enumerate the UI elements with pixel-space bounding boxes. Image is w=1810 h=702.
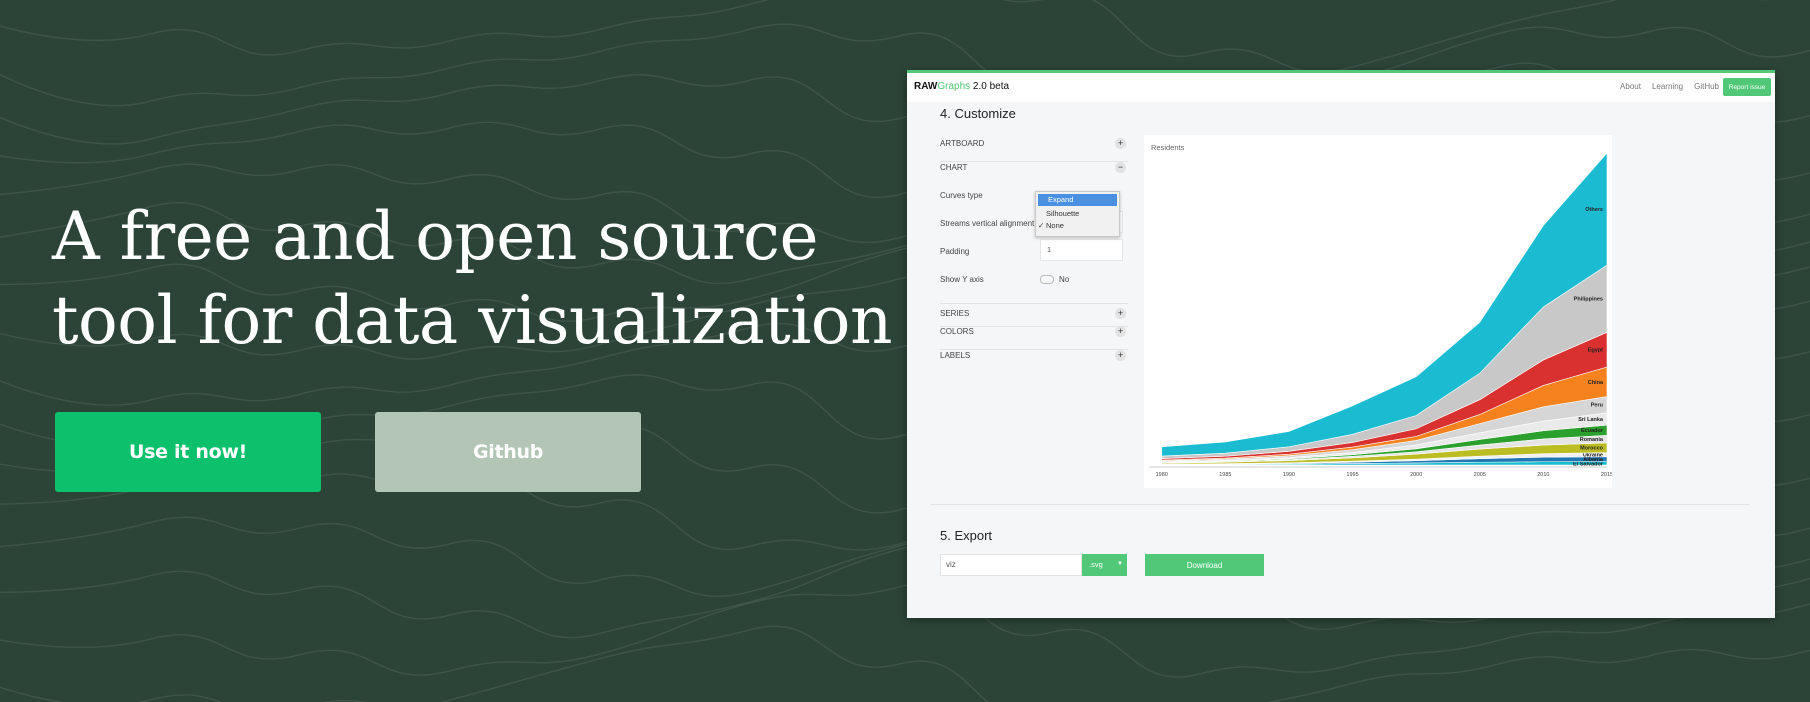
x-tick-label: 1980 bbox=[1156, 472, 1168, 478]
section-series[interactable]: SERIES + bbox=[940, 303, 1128, 327]
section-artboard[interactable]: ARTBOARD + bbox=[940, 138, 1128, 162]
series-label: Egypt bbox=[1588, 348, 1603, 354]
dropdown-option-none-label: None bbox=[1046, 221, 1064, 230]
github-button[interactable]: Github bbox=[375, 412, 641, 492]
customize-title: 4. Customize bbox=[940, 106, 1016, 121]
series-label: Ecuador bbox=[1581, 428, 1604, 434]
divider bbox=[930, 504, 1750, 505]
series-label: Philippines bbox=[1574, 297, 1603, 303]
logo-version: 2.0 beta bbox=[972, 81, 1010, 92]
expand-icon[interactable]: + bbox=[1115, 350, 1126, 361]
section-labels-label: LABELS bbox=[940, 351, 971, 360]
expand-icon[interactable]: + bbox=[1115, 138, 1126, 149]
report-issue-button[interactable]: Report issue bbox=[1723, 78, 1771, 96]
app-logo[interactable]: RAWGraphs 2.0 beta bbox=[914, 81, 1009, 92]
series-label: Morocco bbox=[1580, 446, 1604, 452]
show-y-axis-label: Show Y axis bbox=[940, 275, 984, 284]
x-tick-label: 2015 bbox=[1601, 472, 1612, 478]
curves-type-dropdown[interactable]: Expand Silhouette ✓ None bbox=[1035, 191, 1120, 237]
hero-title-line-1: A free and open source bbox=[52, 198, 819, 275]
streamgraph: ResidentsEl SalvadorAlbaniaUkraineMorocc… bbox=[1149, 143, 1613, 478]
expand-icon[interactable]: + bbox=[1115, 308, 1126, 319]
show-y-axis-value: No bbox=[1059, 275, 1070, 284]
background-curve bbox=[0, 0, 1770, 73]
section-chart[interactable]: CHART − bbox=[940, 162, 1128, 173]
background-curve bbox=[0, 625, 1810, 702]
export-format-select[interactable]: .svg ▼ bbox=[1082, 554, 1127, 576]
export-title: 5. Export bbox=[940, 528, 993, 543]
nav-learning[interactable]: Learning bbox=[1652, 82, 1683, 91]
nav-links: About Learning GitHub bbox=[1620, 82, 1719, 91]
series-label: Sri Lanka bbox=[1578, 417, 1604, 423]
dropdown-option-expand[interactable]: Expand bbox=[1038, 194, 1117, 206]
padding-input[interactable]: 1 bbox=[1040, 239, 1123, 261]
hero-title: A free and open source tool for data vis… bbox=[52, 195, 893, 363]
x-tick-label: 2000 bbox=[1410, 472, 1422, 478]
download-button[interactable]: Download bbox=[1145, 554, 1264, 576]
section-colors-label: COLORS bbox=[940, 327, 974, 336]
x-tick-label: 1995 bbox=[1346, 472, 1358, 478]
section-series-label: SERIES bbox=[940, 309, 970, 318]
expand-icon[interactable]: + bbox=[1115, 326, 1126, 337]
dropdown-option-none[interactable]: ✓ None bbox=[1036, 220, 1119, 232]
app-screenshot: RAWGraphs 2.0 beta About Learning GitHub… bbox=[907, 70, 1775, 618]
check-icon: ✓ bbox=[1038, 221, 1045, 230]
app-navbar: RAWGraphs 2.0 beta About Learning GitHub… bbox=[907, 73, 1775, 102]
x-tick-label: 1985 bbox=[1219, 472, 1231, 478]
chart-panel: Residents El Salvador Albania Ukraine Morocc… bbox=[1144, 135, 1613, 488]
series-label: Others bbox=[1585, 207, 1603, 213]
series-label: Peru bbox=[1591, 403, 1603, 409]
show-y-axis-toggle[interactable] bbox=[1040, 275, 1054, 284]
series-label: Romania bbox=[1580, 437, 1604, 443]
nav-about[interactable]: About bbox=[1620, 82, 1641, 91]
section-colors[interactable]: COLORS + bbox=[940, 326, 1128, 350]
x-tick-label: 1990 bbox=[1283, 472, 1295, 478]
logo-graphs: Graphs bbox=[937, 81, 971, 92]
collapse-icon[interactable]: − bbox=[1115, 162, 1126, 173]
nav-github[interactable]: GitHub bbox=[1694, 82, 1719, 91]
chevron-down-icon: ▼ bbox=[1117, 561, 1123, 567]
chart-title: Residents bbox=[1151, 143, 1185, 152]
series-label: China bbox=[1588, 380, 1604, 386]
hero-title-line-2: tool for data visualization bbox=[52, 282, 893, 359]
section-artboard-label: ARTBOARD bbox=[940, 139, 985, 148]
logo-raw: RAW bbox=[914, 81, 938, 92]
x-tick-label: 2005 bbox=[1474, 472, 1486, 478]
use-it-now-button[interactable]: Use it now! bbox=[55, 412, 321, 492]
section-chart-label: CHART bbox=[940, 163, 968, 172]
export-filename-input[interactable]: viz bbox=[940, 554, 1082, 576]
section-labels[interactable]: LABELS + bbox=[940, 350, 1128, 361]
x-tick-label: 2010 bbox=[1537, 472, 1549, 478]
export-format-value: .svg bbox=[1089, 560, 1103, 569]
dropdown-option-silhouette[interactable]: Silhouette bbox=[1036, 208, 1119, 220]
series-label: Ukraine bbox=[1583, 453, 1603, 459]
